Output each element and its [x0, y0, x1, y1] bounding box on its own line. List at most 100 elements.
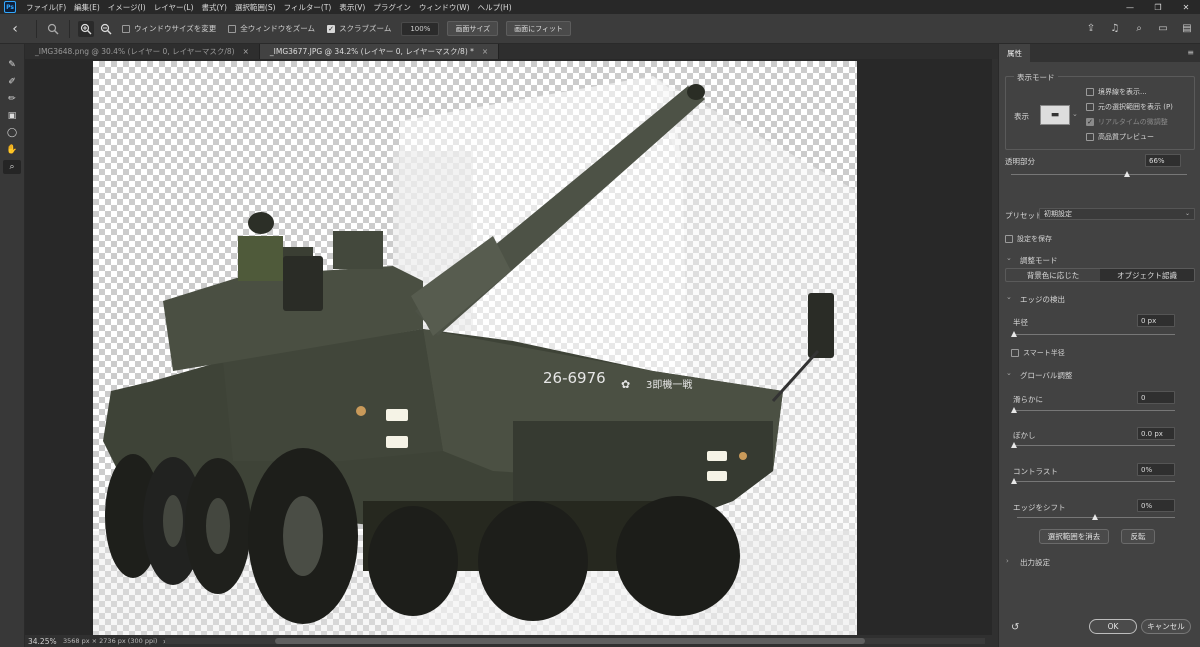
smooth-slider-knob[interactable] — [1011, 407, 1017, 413]
chevron-down-icon[interactable]: ⌄ — [1072, 110, 1078, 118]
scrollbar-thumb[interactable] — [275, 638, 865, 644]
object-selection-tool-icon[interactable]: ▣ — [3, 109, 21, 123]
contrast-label: コントラスト — [1013, 467, 1058, 476]
feather-field[interactable]: 0.0 px — [1137, 427, 1175, 440]
brush-tool-icon[interactable]: ✏ — [3, 92, 21, 106]
menu-layer[interactable]: レイヤー(L) — [150, 2, 198, 13]
checkbox-box — [1011, 349, 1019, 357]
zoom-all-windows-label: 全ウィンドウをズーム — [240, 24, 316, 33]
document-canvas[interactable]: 26-6976 ✿ 3即機一戦 — [93, 61, 857, 635]
show-edge-label: 境界線を表示... — [1098, 88, 1147, 96]
opacity-slider-knob[interactable] — [1123, 171, 1130, 177]
clear-selection-button[interactable]: 選択範囲を消去 — [1039, 529, 1109, 544]
menu-filter[interactable]: フィルター(T) — [280, 2, 336, 13]
chevron-down-icon: ⌄ — [1184, 210, 1190, 217]
feather-slider-knob[interactable] — [1011, 442, 1017, 448]
menu-image[interactable]: イメージ(I) — [104, 2, 150, 13]
menu-edit[interactable]: 編集(E) — [70, 2, 104, 13]
scrubby-zoom-checkbox[interactable]: ✓ スクラブズーム — [327, 23, 391, 34]
panel-menu-icon[interactable]: ≡ — [1187, 48, 1194, 57]
smooth-slider[interactable] — [1013, 410, 1175, 411]
search-icon[interactable]: ⌕ — [1132, 21, 1146, 35]
workspace-icon[interactable]: ▭ — [1156, 21, 1170, 35]
menu-view[interactable]: 表示(V) — [335, 2, 369, 13]
close-icon[interactable]: × — [243, 47, 249, 56]
realtime-refine-checkbox[interactable]: ✓ リアルタイムの微調整 — [1086, 117, 1168, 127]
back-arrow-icon[interactable]: ‹ — [0, 21, 30, 37]
fill-screen-button[interactable]: 画面にフィット — [506, 21, 572, 36]
show-edge-checkbox[interactable]: 境界線を表示... — [1086, 87, 1147, 97]
status-bar: 34.25% 3568 px × 2736 px (300 ppi) › — [25, 635, 998, 647]
refine-edge-brush-icon[interactable]: ✐ — [3, 75, 21, 89]
menu-help[interactable]: ヘルプ(H) — [474, 2, 516, 13]
zoom-out-icon[interactable] — [98, 21, 114, 37]
shift-edge-slider-knob[interactable] — [1092, 514, 1098, 520]
zoom-value-field[interactable]: 100% — [401, 21, 440, 36]
scrubby-zoom-label: スクラブズーム — [339, 24, 392, 33]
opacity-field[interactable]: 66% — [1145, 154, 1181, 167]
opacity-slider[interactable] — [1011, 174, 1187, 175]
smart-radius-checkbox[interactable]: スマート半径 — [1011, 348, 1065, 358]
edge-detection-title: エッジの検出 — [1020, 295, 1065, 304]
ok-button[interactable]: OK — [1089, 619, 1137, 634]
menu-window[interactable]: ウィンドウ(W) — [415, 2, 474, 13]
zoom-tool-icon[interactable] — [45, 21, 61, 37]
minimize-icon[interactable]: — — [1116, 0, 1144, 14]
zoom-all-windows-checkbox[interactable]: 全ウィンドウをズーム — [228, 23, 315, 34]
bell-icon[interactable]: ♫ — [1108, 21, 1122, 35]
fit-screen-button[interactable]: 画面サイズ — [447, 21, 499, 36]
tab-properties[interactable]: 属性 — [999, 44, 1030, 62]
refine-mode-color-aware[interactable]: 背景色に応じた — [1006, 269, 1100, 281]
tab-img3677[interactable]: _IMG3677.JPG @ 34.2% (レイヤー 0, レイヤーマスク/8)… — [259, 44, 500, 59]
cancel-button[interactable]: キャンセル — [1141, 619, 1191, 634]
refine-mode-object-aware[interactable]: オブジェクト認識 — [1100, 269, 1194, 281]
menu-select[interactable]: 選択範囲(S) — [231, 2, 280, 13]
document-info: 3568 px × 2736 px (300 ppi) — [63, 637, 158, 645]
resize-windows-label: ウィンドウサイズを変更 — [134, 24, 217, 33]
zoom-percentage[interactable]: 34.25% — [25, 637, 63, 646]
resize-windows-checkbox[interactable]: ウィンドウサイズを変更 — [122, 23, 216, 34]
chevron-right-icon[interactable]: › — [1006, 557, 1009, 565]
invert-button[interactable]: 反転 — [1121, 529, 1155, 544]
canvas-area[interactable]: 26-6976 ✿ 3即機一戦 — [25, 59, 998, 635]
hand-tool-icon[interactable]: ✋ — [3, 143, 21, 157]
zoom-in-icon[interactable] — [78, 20, 94, 37]
close-icon[interactable]: × — [482, 47, 488, 56]
menu-file[interactable]: ファイル(F) — [22, 2, 70, 13]
radius-field[interactable]: 0 px — [1137, 314, 1175, 327]
shift-edge-field[interactable]: 0% — [1137, 499, 1175, 512]
radius-slider-knob[interactable] — [1011, 331, 1017, 337]
menu-plugins[interactable]: プラグイン — [369, 2, 415, 13]
divider — [69, 19, 70, 38]
chevron-down-icon[interactable]: ⌄ — [1006, 254, 1012, 262]
feather-slider[interactable] — [1013, 445, 1175, 446]
contrast-slider[interactable] — [1013, 481, 1175, 482]
smooth-field[interactable]: 0 — [1137, 391, 1175, 404]
tab-img3648[interactable]: _IMG3648.png @ 30.4% (レイヤー 0, レイヤーマスク/8)… — [25, 44, 260, 59]
panel-layout-icon[interactable]: ▤ — [1180, 21, 1194, 35]
hq-preview-checkbox[interactable]: 高品質プレビュー — [1086, 132, 1154, 142]
reset-icon[interactable]: ↺ — [1011, 622, 1019, 633]
quick-selection-tool-icon[interactable]: ✎ — [3, 58, 21, 72]
zoom-tool-icon[interactable]: ⌕ — [3, 160, 21, 174]
view-thumbnail-icon[interactable]: ▬ — [1040, 105, 1070, 125]
share-icon[interactable]: ⇪ — [1084, 21, 1098, 35]
menu-type[interactable]: 書式(Y) — [198, 2, 231, 13]
remember-settings-label: 設定を保存 — [1017, 235, 1052, 243]
lasso-tool-icon[interactable]: ◯ — [3, 126, 21, 140]
properties-panel: 属性 ≡ 表示モード 表示 ▬ ⌄ 境界線を表示... 元の選択範囲を表示 (P… — [998, 44, 1200, 647]
radius-slider[interactable] — [1013, 334, 1175, 335]
remember-settings-checkbox[interactable]: 設定を保存 — [1005, 234, 1052, 244]
contrast-slider-knob[interactable] — [1011, 478, 1017, 484]
horizontal-scrollbar[interactable] — [165, 638, 985, 644]
chevron-down-icon[interactable]: ⌄ — [1006, 369, 1012, 377]
opacity-label: 透明部分 — [1005, 157, 1035, 166]
show-original-checkbox[interactable]: 元の選択範囲を表示 (P) — [1086, 102, 1173, 112]
realtime-refine-label: リアルタイムの微調整 — [1098, 118, 1168, 126]
global-refinements-title: グローバル調整 — [1020, 371, 1073, 380]
close-window-icon[interactable]: ✕ — [1172, 0, 1200, 14]
restore-icon[interactable]: ❐ — [1144, 0, 1172, 14]
chevron-down-icon[interactable]: ⌄ — [1006, 293, 1012, 301]
preset-select[interactable]: 初期設定 ⌄ — [1039, 208, 1195, 220]
contrast-field[interactable]: 0% — [1137, 463, 1175, 476]
